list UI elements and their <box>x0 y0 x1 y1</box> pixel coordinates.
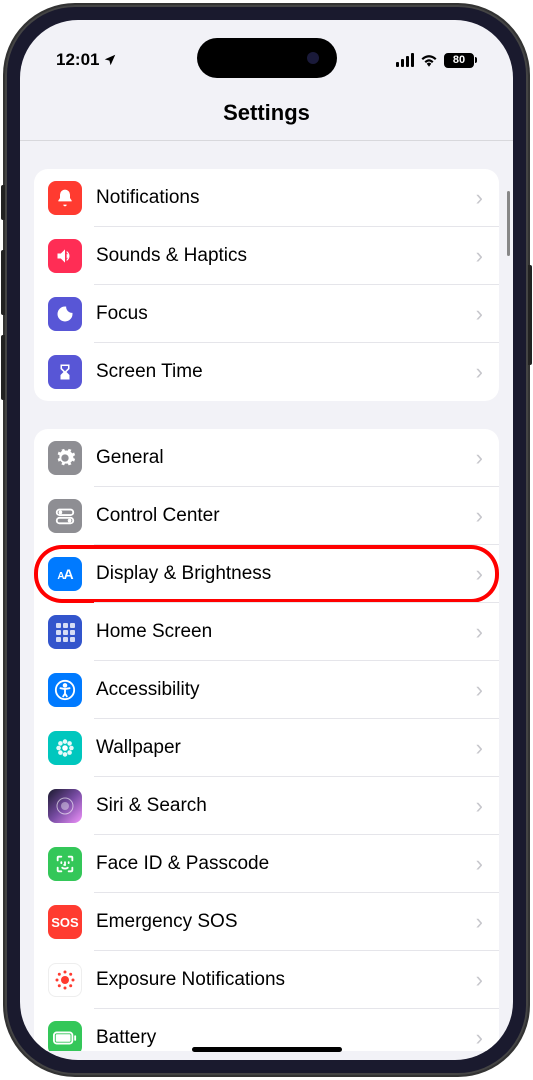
moon-icon <box>48 297 82 331</box>
chevron-right-icon: › <box>476 677 483 703</box>
toggle-icon <box>48 499 82 533</box>
chevron-right-icon: › <box>476 561 483 587</box>
status-left: 12:01 <box>56 50 117 70</box>
screen: 12:01 80 Settings <box>20 20 513 1060</box>
row-screentime[interactable]: Screen Time › <box>34 343 499 401</box>
row-wallpaper[interactable]: Wallpaper › <box>34 719 499 777</box>
chevron-right-icon: › <box>476 359 483 385</box>
row-siri[interactable]: Siri & Search › <box>34 777 499 835</box>
chevron-right-icon: › <box>476 1025 483 1051</box>
textsize-icon: AA <box>48 557 82 591</box>
chevron-right-icon: › <box>476 301 483 327</box>
chevron-right-icon: › <box>476 243 483 269</box>
flower-icon <box>48 731 82 765</box>
wifi-icon <box>420 53 438 67</box>
dynamic-island <box>197 38 337 78</box>
row-label: Notifications <box>96 187 476 209</box>
chevron-right-icon: › <box>476 445 483 471</box>
phone-frame: 12:01 80 Settings <box>5 5 528 1075</box>
exposure-icon <box>48 963 82 997</box>
row-label: Wallpaper <box>96 737 476 759</box>
chevron-right-icon: › <box>476 735 483 761</box>
phone-side-buttons-left <box>1 185 5 420</box>
battery-percent: 80 <box>453 54 465 66</box>
row-focus[interactable]: Focus › <box>34 285 499 343</box>
chevron-right-icon: › <box>476 851 483 877</box>
row-sos[interactable]: SOS Emergency SOS › <box>34 893 499 951</box>
sos-icon: SOS <box>48 905 82 939</box>
row-label: Screen Time <box>96 361 476 383</box>
row-battery[interactable]: Battery › <box>34 1009 499 1051</box>
row-exposure[interactable]: Exposure Notifications › <box>34 951 499 1009</box>
row-label: Home Screen <box>96 621 476 643</box>
row-label: Display & Brightness <box>96 563 476 585</box>
chevron-right-icon: › <box>476 793 483 819</box>
bell-icon <box>48 181 82 215</box>
row-label: Focus <box>96 303 476 325</box>
row-faceid[interactable]: Face ID & Passcode › <box>34 835 499 893</box>
hourglass-icon <box>48 355 82 389</box>
siri-icon <box>48 789 82 823</box>
grid-icon <box>48 615 82 649</box>
accessibility-icon <box>48 673 82 707</box>
header: Settings <box>20 80 513 141</box>
signal-icon <box>396 53 414 67</box>
row-controlcenter[interactable]: Control Center › <box>34 487 499 545</box>
gear-icon <box>48 441 82 475</box>
phone-side-button-right <box>528 265 532 365</box>
scrollbar-indicator[interactable] <box>507 191 510 256</box>
row-homescreen[interactable]: Home Screen › <box>34 603 499 661</box>
row-label: Siri & Search <box>96 795 476 817</box>
chevron-right-icon: › <box>476 185 483 211</box>
row-label: Accessibility <box>96 679 476 701</box>
battery-icon: 80 <box>444 53 477 68</box>
chevron-right-icon: › <box>476 619 483 645</box>
row-general[interactable]: General › <box>34 429 499 487</box>
battery-icon <box>48 1021 82 1051</box>
page-title: Settings <box>223 100 310 125</box>
location-icon <box>103 53 117 67</box>
row-label: Battery <box>96 1027 476 1049</box>
status-time: 12:01 <box>56 50 99 70</box>
row-label: Emergency SOS <box>96 911 476 933</box>
chevron-right-icon: › <box>476 967 483 993</box>
row-label: Sounds & Haptics <box>96 245 476 267</box>
row-label: General <box>96 447 476 469</box>
row-accessibility[interactable]: Accessibility › <box>34 661 499 719</box>
row-display[interactable]: AA Display & Brightness › <box>34 545 499 603</box>
status-right: 80 <box>396 53 477 68</box>
content-scroll[interactable]: Notifications › Sounds & Haptics › Focus… <box>20 141 513 1051</box>
chevron-right-icon: › <box>476 909 483 935</box>
faceid-icon <box>48 847 82 881</box>
speaker-icon <box>48 239 82 273</box>
section-2: General › Control Center › AA Display & … <box>34 429 499 1051</box>
home-indicator[interactable] <box>192 1047 342 1052</box>
section-1: Notifications › Sounds & Haptics › Focus… <box>34 169 499 401</box>
chevron-right-icon: › <box>476 503 483 529</box>
row-sounds[interactable]: Sounds & Haptics › <box>34 227 499 285</box>
row-notifications[interactable]: Notifications › <box>34 169 499 227</box>
row-label: Face ID & Passcode <box>96 853 476 875</box>
row-label: Control Center <box>96 505 476 527</box>
row-label: Exposure Notifications <box>96 969 476 991</box>
